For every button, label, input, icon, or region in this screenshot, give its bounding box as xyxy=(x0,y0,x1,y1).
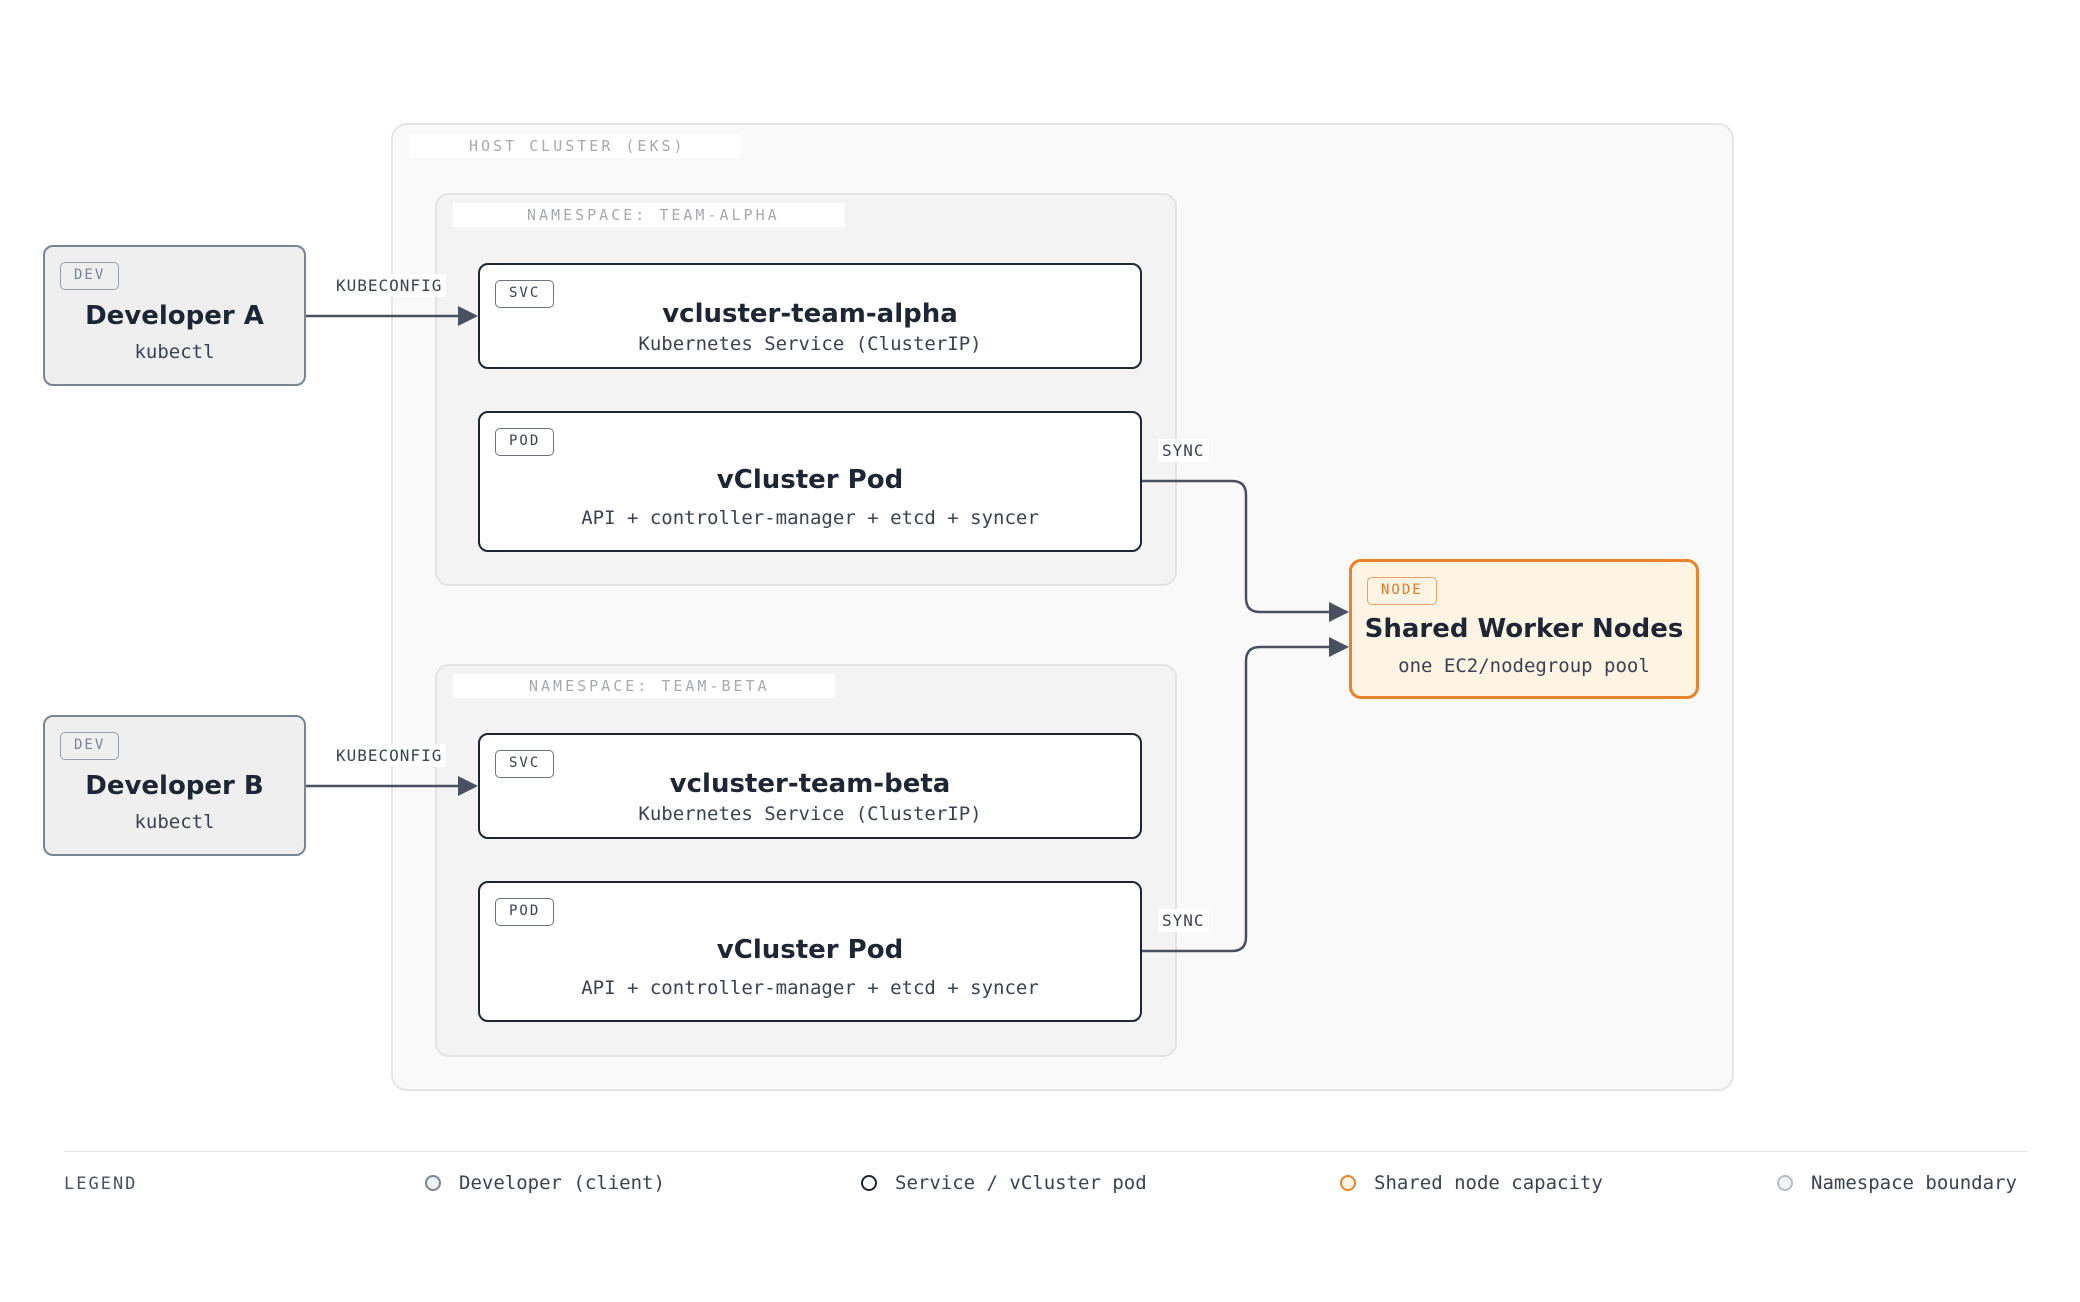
edge-label-kubeconfig-b: KUBECONFIG xyxy=(332,744,447,767)
edge-label-sync-beta: SYNC xyxy=(1158,909,1209,932)
legend-item-service: Service / vCluster pod xyxy=(861,1172,1147,1194)
legend-swatch-service xyxy=(861,1175,877,1191)
legend-item-developer: Developer (client) xyxy=(425,1172,665,1194)
legend-label: Developer (client) xyxy=(459,1172,665,1194)
legend-divider xyxy=(64,1151,2027,1152)
legend-swatch-namespace xyxy=(1777,1175,1793,1191)
edge-label-sync-alpha: SYNC xyxy=(1158,439,1209,462)
legend-item-shared: Shared node capacity xyxy=(1340,1172,1603,1194)
edge-pod-alpha-sync xyxy=(1142,479,1349,622)
edge-label-kubeconfig-a: KUBECONFIG xyxy=(332,274,447,297)
legend-item-namespace: Namespace boundary xyxy=(1777,1172,2017,1194)
legend-title: LEGEND xyxy=(64,1174,138,1194)
legend-label: Service / vCluster pod xyxy=(895,1172,1147,1194)
legend-label: Shared node capacity xyxy=(1374,1172,1603,1194)
legend-label: Namespace boundary xyxy=(1811,1172,2017,1194)
legend-swatch-shared xyxy=(1340,1175,1356,1191)
legend-swatch-developer xyxy=(425,1175,441,1191)
edges-layer xyxy=(306,306,1349,953)
edge-pod-beta-sync xyxy=(1142,637,1349,953)
